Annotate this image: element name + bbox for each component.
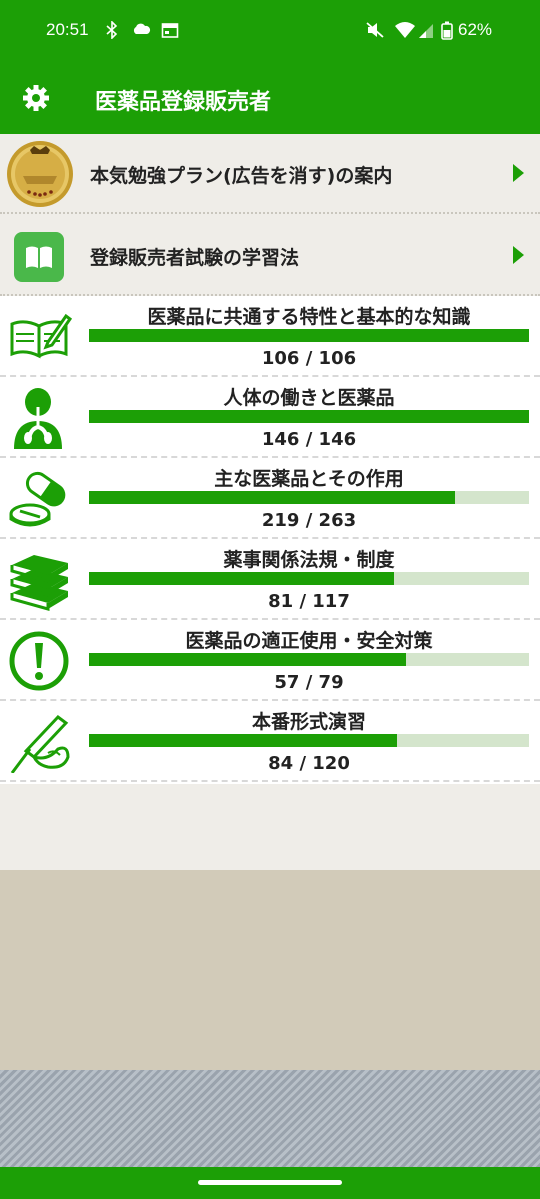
home-handle[interactable]	[198, 1180, 342, 1185]
progress-count: 146 / 146	[261, 429, 357, 450]
study-method-row[interactable]: 登録販売者試験の学習法	[0, 216, 540, 296]
category-row[interactable]: 医薬品の適正使用・安全対策 57 / 79	[0, 620, 540, 701]
calendar-icon	[161, 23, 179, 38]
mute-icon	[366, 22, 384, 38]
exclamation-icon	[9, 631, 69, 691]
book-icon	[14, 232, 64, 282]
category-title: 医薬品の適正使用・安全対策	[185, 630, 433, 652]
category-title: 人体の働きと医薬品	[223, 387, 395, 409]
ad-banner-area	[0, 1070, 540, 1167]
progress-bar	[89, 410, 529, 423]
chevron-right-icon	[513, 164, 524, 182]
category-title: 本番形式演習	[251, 711, 366, 733]
pills-icon	[9, 471, 66, 527]
progress-fill	[89, 653, 407, 666]
progress-bar	[89, 329, 529, 342]
bluetooth-icon	[106, 21, 118, 39]
progress-bar	[89, 572, 529, 585]
battery-icon	[441, 21, 453, 40]
progress-fill	[89, 491, 456, 504]
app-bar: 医薬品登録販売者	[0, 62, 540, 134]
premium-plan-label: 本気勉強プラン(広告を消す)の案内	[90, 165, 393, 187]
battery-percent: 62%	[458, 20, 493, 39]
progress-count: 84 / 120	[268, 753, 350, 774]
status-time: 20:51	[46, 20, 89, 39]
progress-count: 106 / 106	[261, 348, 357, 369]
progress-count: 81 / 117	[268, 591, 350, 612]
gear-icon[interactable]	[22, 84, 50, 112]
category-row[interactable]: 主な医薬品とその作用 219 / 263	[0, 458, 540, 539]
empty-area	[0, 784, 540, 870]
status-bar: 20:51 62%	[0, 0, 540, 62]
navigation-bar	[0, 1167, 540, 1199]
chevron-right-icon	[513, 246, 524, 264]
human-body-icon	[14, 388, 62, 449]
premium-medal-icon	[7, 141, 73, 207]
book-stack-icon	[10, 555, 68, 611]
hand-writing-icon	[10, 714, 70, 773]
category-row[interactable]: 医薬品に共通する特性と基本的な知識 106 / 106	[0, 296, 540, 377]
progress-fill	[89, 572, 394, 585]
cloud-icon	[133, 23, 151, 34]
progress-fill	[89, 410, 529, 423]
category-row[interactable]: 人体の働きと医薬品 146 / 146	[0, 377, 540, 458]
signal-icon	[419, 24, 433, 38]
category-title: 薬事関係法規・制度	[223, 549, 395, 571]
app-title: 医薬品登録販売者	[95, 90, 272, 115]
category-list: 医薬品に共通する特性と基本的な知識 106 / 106 人体の働きと医薬品 14…	[0, 296, 540, 784]
notebook-pen-icon	[10, 313, 72, 359]
study-method-label: 登録販売者試験の学習法	[90, 247, 300, 269]
category-row[interactable]: 薬事関係法規・制度 81 / 117	[0, 539, 540, 620]
category-row[interactable]: 本番形式演習 84 / 120	[0, 701, 540, 782]
progress-fill	[89, 734, 397, 747]
footer-area	[0, 870, 540, 1070]
category-title: 医薬品に共通する特性と基本的な知識	[147, 306, 471, 328]
category-title: 主な医薬品とその作用	[214, 468, 404, 490]
progress-bar	[89, 653, 529, 666]
wifi-icon	[395, 22, 415, 38]
premium-plan-row[interactable]: 本気勉強プラン(広告を消す)の案内	[0, 134, 540, 214]
progress-count: 57 / 79	[274, 672, 344, 693]
progress-bar	[89, 734, 529, 747]
progress-count: 219 / 263	[261, 510, 357, 531]
progress-bar	[89, 491, 529, 504]
progress-fill	[89, 329, 529, 342]
